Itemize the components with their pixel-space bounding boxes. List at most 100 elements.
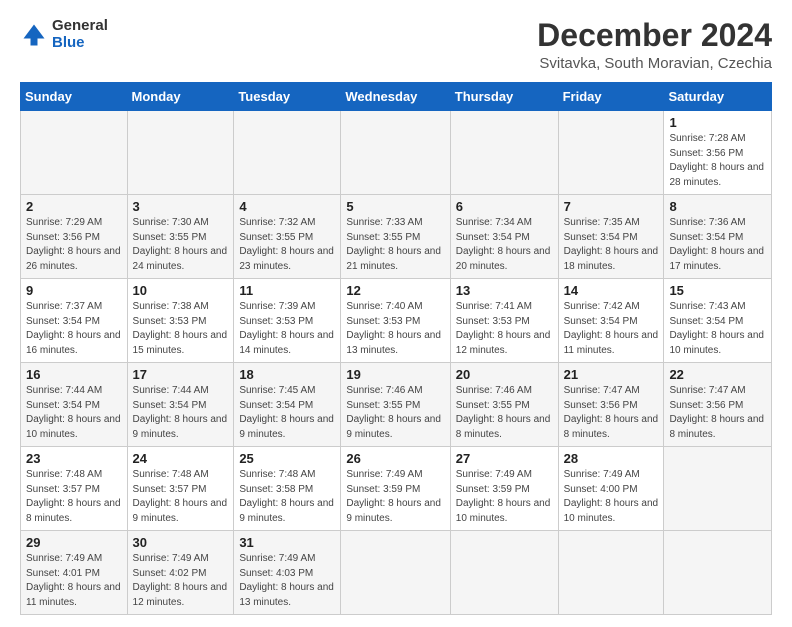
calendar-day-cell: 8 Sunrise: 7:36 AMSunset: 3:54 PMDaylight… bbox=[664, 195, 772, 279]
calendar-week-row: 29 Sunrise: 7:49 AMSunset: 4:01 PMDayligh… bbox=[21, 531, 772, 615]
calendar-header-row: SundayMondayTuesdayWednesdayThursdayFrid… bbox=[21, 83, 772, 111]
calendar-day-cell: 26 Sunrise: 7:49 AMSunset: 3:59 PMDayligh… bbox=[341, 447, 450, 531]
calendar-day-cell: 29 Sunrise: 7:49 AMSunset: 4:01 PMDayligh… bbox=[21, 531, 128, 615]
calendar-day-cell: 7 Sunrise: 7:35 AMSunset: 3:54 PMDaylight… bbox=[558, 195, 664, 279]
day-info: Sunrise: 7:30 AMSunset: 3:55 PMDaylight:… bbox=[133, 216, 229, 274]
calendar-day-cell: 9Sunrise: 7:37 AMSunset: 3:54 PMDaylight… bbox=[21, 279, 128, 363]
calendar-day-cell: 12Sunrise: 7:40 AMSunset: 3:53 PMDayligh… bbox=[341, 279, 450, 363]
day-info: Sunrise: 7:49 AMSunset: 3:59 PMDaylight:… bbox=[346, 468, 444, 526]
day-number: 2 bbox=[26, 199, 122, 214]
day-number: 19 bbox=[346, 367, 444, 382]
day-info: Sunrise: 7:48 AMSunset: 3:57 PMDaylight:… bbox=[26, 468, 122, 526]
day-info: Sunrise: 7:36 AMSunset: 3:54 PMDaylight:… bbox=[669, 216, 766, 274]
day-info: Sunrise: 7:33 AMSunset: 3:55 PMDaylight:… bbox=[346, 216, 444, 274]
day-number: 18 bbox=[239, 367, 335, 382]
day-info: Sunrise: 7:47 AMSunset: 3:56 PMDaylight:… bbox=[564, 384, 659, 442]
day-info: Sunrise: 7:28 AMSunset: 3:56 PMDaylight:… bbox=[669, 132, 766, 190]
day-number: 27 bbox=[456, 451, 553, 466]
calendar-day-cell bbox=[450, 111, 558, 195]
day-number: 22 bbox=[669, 367, 766, 382]
calendar-day-cell: 11Sunrise: 7:39 AMSunset: 3:53 PMDayligh… bbox=[234, 279, 341, 363]
day-number: 21 bbox=[564, 367, 659, 382]
logo-line1: General bbox=[52, 18, 108, 35]
day-info: Sunrise: 7:49 AMSunset: 4:02 PMDaylight:… bbox=[133, 552, 229, 610]
calendar-day-header: Monday bbox=[127, 83, 234, 111]
day-number: 23 bbox=[26, 451, 122, 466]
calendar-day-cell: 21 Sunrise: 7:47 AMSunset: 3:56 PMDayligh… bbox=[558, 363, 664, 447]
calendar-day-cell: 4 Sunrise: 7:32 AMSunset: 3:55 PMDaylight… bbox=[234, 195, 341, 279]
logo-icon bbox=[20, 21, 48, 49]
day-info: Sunrise: 7:49 AMSunset: 4:01 PMDaylight:… bbox=[26, 552, 122, 610]
day-info: Sunrise: 7:49 AMSunset: 4:00 PMDaylight:… bbox=[564, 468, 659, 526]
day-info: Sunrise: 7:49 AMSunset: 4:03 PMDaylight:… bbox=[239, 552, 335, 610]
day-info: Sunrise: 7:44 AMSunset: 3:54 PMDaylight:… bbox=[133, 384, 229, 442]
calendar-day-cell bbox=[664, 531, 772, 615]
calendar-day-cell: 14 Sunrise: 7:42 AMSunset: 3:54 PMDayligh… bbox=[558, 279, 664, 363]
calendar-day-cell: 10Sunrise: 7:38 AMSunset: 3:53 PMDayligh… bbox=[127, 279, 234, 363]
day-info: Sunrise: 7:46 AMSunset: 3:55 PMDaylight:… bbox=[456, 384, 553, 442]
day-info: Sunrise: 7:46 AMSunset: 3:55 PMDaylight:… bbox=[346, 384, 444, 442]
calendar-day-cell: 15 Sunrise: 7:43 AMSunset: 3:54 PMDayligh… bbox=[664, 279, 772, 363]
calendar-week-row: 16 Sunrise: 7:44 AMSunset: 3:54 PMDayligh… bbox=[21, 363, 772, 447]
calendar-day-header: Tuesday bbox=[234, 83, 341, 111]
day-number: 4 bbox=[239, 199, 335, 214]
main-title: December 2024 bbox=[537, 18, 772, 53]
logo-line2: Blue bbox=[52, 35, 108, 52]
day-number: 3 bbox=[133, 199, 229, 214]
day-number: 8 bbox=[669, 199, 766, 214]
calendar-week-row: 1 Sunrise: 7:28 AMSunset: 3:56 PMDaylight… bbox=[21, 111, 772, 195]
day-info: Sunrise: 7:43 AMSunset: 3:54 PMDaylight:… bbox=[669, 300, 766, 358]
day-info: Sunrise: 7:35 AMSunset: 3:54 PMDaylight:… bbox=[564, 216, 659, 274]
calendar-day-cell bbox=[664, 447, 772, 531]
calendar-day-cell: 2 Sunrise: 7:29 AMSunset: 3:56 PMDaylight… bbox=[21, 195, 128, 279]
calendar-day-header: Wednesday bbox=[341, 83, 450, 111]
page: General Blue December 2024 Svitavka, Sou… bbox=[0, 0, 792, 627]
day-info: Sunrise: 7:48 AMSunset: 3:57 PMDaylight:… bbox=[133, 468, 229, 526]
day-info: Sunrise: 7:48 AMSunset: 3:58 PMDaylight:… bbox=[239, 468, 335, 526]
title-block: December 2024 Svitavka, South Moravian, … bbox=[537, 18, 772, 72]
calendar-day-cell bbox=[558, 531, 664, 615]
calendar-day-cell bbox=[450, 531, 558, 615]
calendar-day-cell: 30 Sunrise: 7:49 AMSunset: 4:02 PMDayligh… bbox=[127, 531, 234, 615]
calendar-day-cell: 16 Sunrise: 7:44 AMSunset: 3:54 PMDayligh… bbox=[21, 363, 128, 447]
calendar-day-cell bbox=[558, 111, 664, 195]
day-info: Sunrise: 7:49 AMSunset: 3:59 PMDaylight:… bbox=[456, 468, 553, 526]
logo: General Blue bbox=[20, 18, 108, 51]
day-number: 16 bbox=[26, 367, 122, 382]
calendar-table: SundayMondayTuesdayWednesdayThursdayFrid… bbox=[20, 82, 772, 615]
calendar-day-header: Sunday bbox=[21, 83, 128, 111]
day-number: 10 bbox=[133, 283, 229, 298]
calendar-day-cell: 3 Sunrise: 7:30 AMSunset: 3:55 PMDaylight… bbox=[127, 195, 234, 279]
day-number: 1 bbox=[669, 115, 766, 130]
calendar-day-cell: 24 Sunrise: 7:48 AMSunset: 3:57 PMDayligh… bbox=[127, 447, 234, 531]
calendar-day-cell: 13 Sunrise: 7:41 AMSunset: 3:53 PMDayligh… bbox=[450, 279, 558, 363]
day-info: Sunrise: 7:41 AMSunset: 3:53 PMDaylight:… bbox=[456, 300, 553, 358]
day-number: 7 bbox=[564, 199, 659, 214]
day-number: 26 bbox=[346, 451, 444, 466]
calendar-day-cell: 27 Sunrise: 7:49 AMSunset: 3:59 PMDayligh… bbox=[450, 447, 558, 531]
day-number: 25 bbox=[239, 451, 335, 466]
calendar-day-cell bbox=[341, 531, 450, 615]
day-number: 29 bbox=[26, 535, 122, 550]
calendar-day-cell: 22Sunrise: 7:47 AMSunset: 3:56 PMDayligh… bbox=[664, 363, 772, 447]
calendar-day-cell: 19 Sunrise: 7:46 AMSunset: 3:55 PMDayligh… bbox=[341, 363, 450, 447]
day-number: 30 bbox=[133, 535, 229, 550]
day-number: 14 bbox=[564, 283, 659, 298]
calendar-day-header: Saturday bbox=[664, 83, 772, 111]
day-info: Sunrise: 7:42 AMSunset: 3:54 PMDaylight:… bbox=[564, 300, 659, 358]
day-number: 11 bbox=[239, 283, 335, 298]
day-number: 24 bbox=[133, 451, 229, 466]
day-number: 13 bbox=[456, 283, 553, 298]
day-info: Sunrise: 7:44 AMSunset: 3:54 PMDaylight:… bbox=[26, 384, 122, 442]
calendar-week-row: 23 Sunrise: 7:48 AMSunset: 3:57 PMDayligh… bbox=[21, 447, 772, 531]
calendar-day-cell bbox=[127, 111, 234, 195]
calendar-day-cell: 17Sunrise: 7:44 AMSunset: 3:54 PMDayligh… bbox=[127, 363, 234, 447]
day-info: Sunrise: 7:32 AMSunset: 3:55 PMDaylight:… bbox=[239, 216, 335, 274]
header: General Blue December 2024 Svitavka, Sou… bbox=[20, 18, 772, 72]
calendar-day-cell: 23 Sunrise: 7:48 AMSunset: 3:57 PMDayligh… bbox=[21, 447, 128, 531]
day-info: Sunrise: 7:29 AMSunset: 3:56 PMDaylight:… bbox=[26, 216, 122, 274]
calendar-day-cell: 20Sunrise: 7:46 AMSunset: 3:55 PMDayligh… bbox=[450, 363, 558, 447]
calendar-day-cell bbox=[234, 111, 341, 195]
day-number: 15 bbox=[669, 283, 766, 298]
day-info: Sunrise: 7:40 AMSunset: 3:53 PMDaylight:… bbox=[346, 300, 444, 358]
